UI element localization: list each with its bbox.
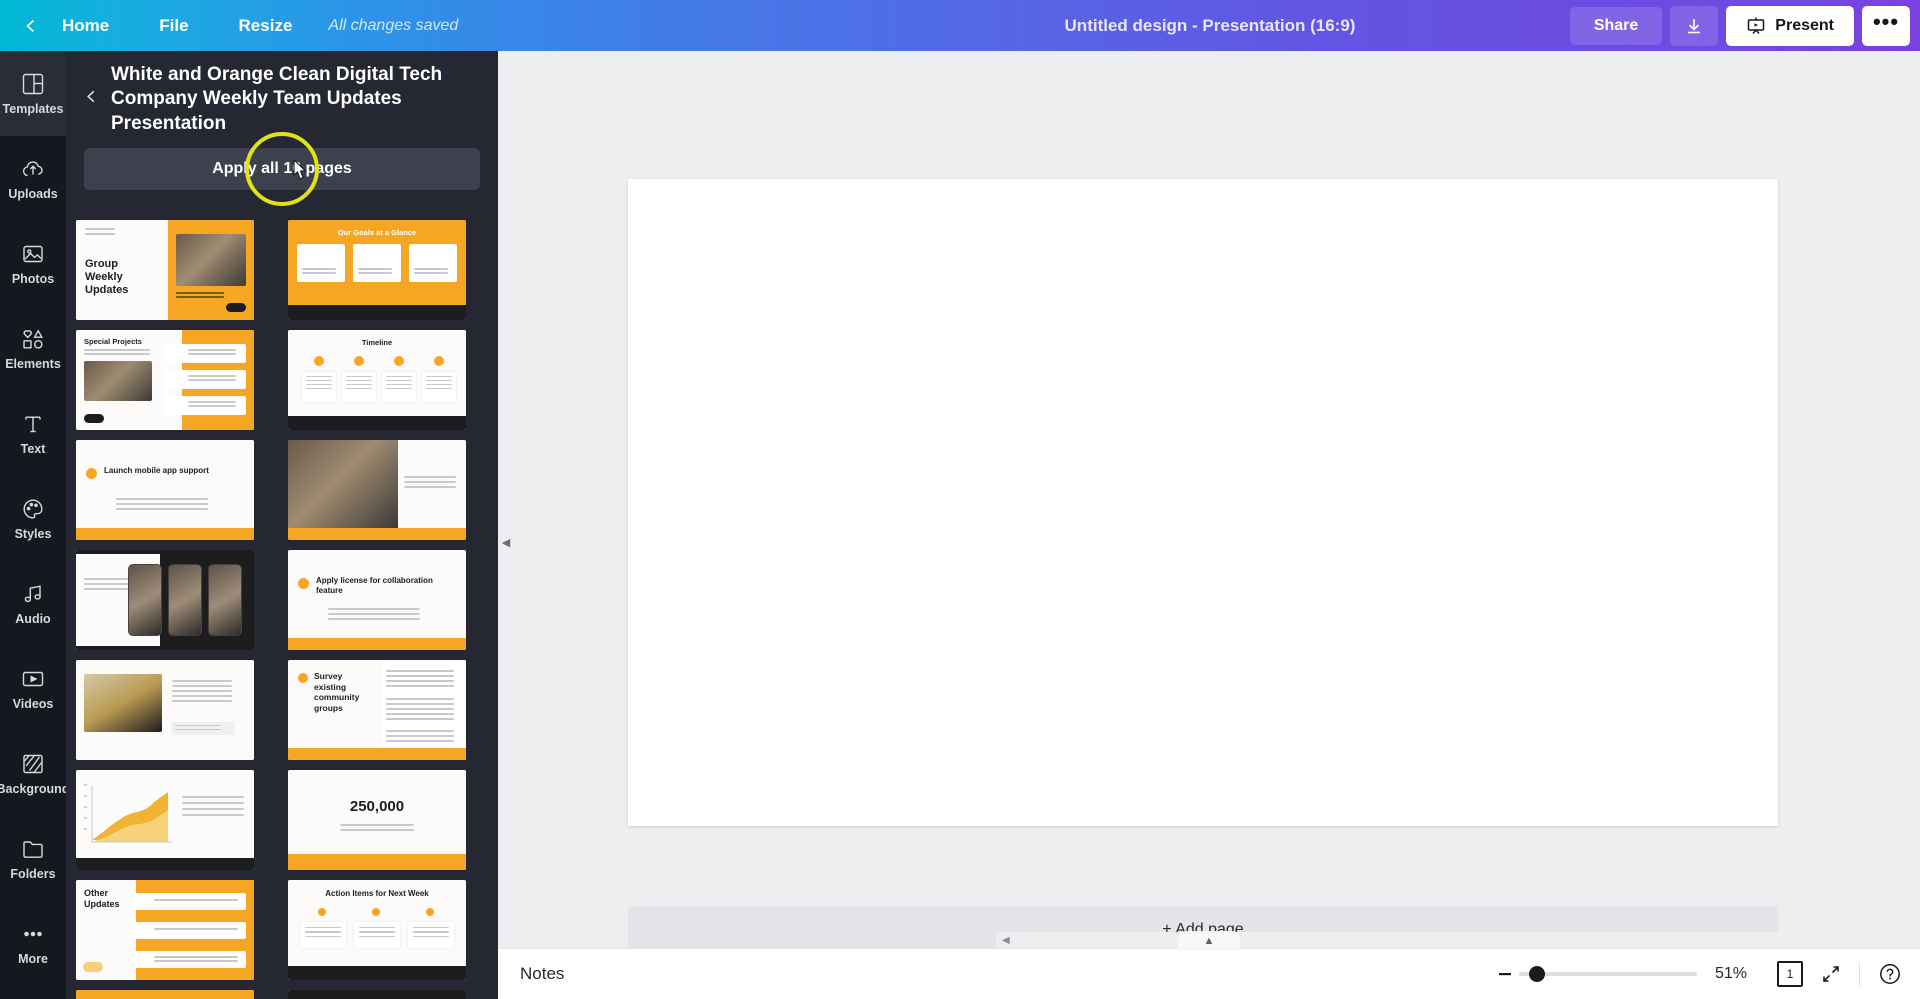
panel-header: White and Orange Clean Digital Tech Comp… [66,51,498,136]
toolbar-divider [1859,962,1860,986]
notes-expand-handle[interactable]: ▲ [1178,931,1240,951]
zoom-slider-track[interactable] [1519,966,1697,982]
template-thumbnail-6[interactable] [288,439,466,540]
apply-all-pages-label: Apply all 16 pages [212,159,352,177]
template-thumbnail-2[interactable]: Our Goals at a Glance [288,219,466,320]
template-thumbnail-10[interactable]: Survey existing community groups [288,659,466,760]
notes-button[interactable]: Notes [520,964,564,984]
music-note-icon [24,584,41,602]
template-thumbnail-14[interactable]: Action Items for Next Week [288,879,466,980]
present-button[interactable]: Present [1726,5,1854,46]
rail-item-styles[interactable]: Styles [0,476,66,561]
scroll-left-icon[interactable]: ◀ [1002,935,1010,946]
fullscreen-button[interactable] [1821,964,1841,984]
video-play-icon [22,671,44,686]
more-options-button[interactable]: ••• [1862,5,1910,46]
rail-item-label: Audio [15,611,51,626]
rail-item-text[interactable]: Text [0,391,66,476]
zoom-slider-knob[interactable] [1529,966,1545,982]
present-label: Present [1775,16,1834,34]
download-button[interactable] [1670,5,1719,46]
rail-item-background[interactable]: Background [0,731,70,816]
rail-item-label: Videos [12,696,54,711]
hatch-pattern-icon [23,754,43,773]
template-thumbnail-13[interactable]: Other Updates [76,879,254,980]
rail-item-folders[interactable]: Folders [0,816,66,901]
top-toolbar-actions: Share Present ••• [1569,0,1910,51]
home-menu[interactable]: Home [48,9,123,43]
folder-icon [23,840,43,858]
ellipsis-icon: ••• [1872,9,1900,34]
page-count-label: 1 [1786,967,1794,981]
template-thumbnail-1[interactable]: Group Weekly Updates [76,219,254,320]
rail-item-uploads[interactable]: Uploads [0,136,66,221]
apply-all-pages-button[interactable]: Apply all 16 pages [84,131,480,206]
bottom-toolbar: Notes 51% 1 [498,948,1920,999]
template-thumbnail-grid: Group Weekly Updates Our Goals at a Glance… [76,219,488,999]
rail-item-label: Background [0,781,70,796]
expand-arrows-icon [1823,966,1839,982]
rail-item-label: Folders [10,866,56,881]
page-stack-icon: 1 [1777,958,1806,987]
question-mark-icon [1880,964,1900,984]
slide-canvas[interactable] [628,179,1778,826]
templates-icon [22,73,44,94]
canvas-area: + Add page ◀ ▶ ▲ [498,51,1920,999]
template-thumbnail-9[interactable] [76,659,254,760]
cloud-upload-icon [22,160,43,176]
rail-item-audio[interactable]: Audio [0,561,66,646]
template-thumbnail-8[interactable]: Apply license for collaboration feature [288,549,466,650]
template-thumbnail-12[interactable]: 250,000 [288,769,466,870]
rail-item-templates[interactable]: Templates [0,51,66,136]
image-icon [23,245,43,262]
shapes-icon [23,328,43,349]
rail-item-elements[interactable]: Elements [0,306,66,391]
panel-back-button[interactable] [80,85,103,113]
zoom-slider[interactable] [1498,966,1697,982]
rail-item-label: Photos [11,271,55,286]
left-rail: Templates Uploads Photos Elements Text Styles… [0,51,70,999]
template-thumbnail-15[interactable] [76,989,254,999]
rail-item-label: Styles [14,526,52,541]
text-t-icon [25,416,41,432]
canvas-horizontal-scrollbar[interactable]: ◀ ▶ [996,932,1920,948]
rail-item-photos[interactable]: Photos [0,221,66,306]
template-thumbnail-7[interactable] [76,549,254,650]
ellipsis-icon [24,931,42,936]
bottom-toolbar-actions: 51% 1 [1498,958,1902,987]
panel-collapse-toggle[interactable]: ◀ [498,513,514,571]
download-icon [1688,18,1701,33]
resize-menu[interactable]: Resize [225,9,307,43]
templates-panel: White and Orange Clean Digital Tech Comp… [66,51,498,999]
template-thumbnail-11[interactable] [76,769,254,870]
template-thumbnail-4[interactable]: Timeline [288,329,466,430]
rail-item-label: Text [20,441,46,456]
rail-item-label: Elements [5,356,61,371]
rail-item-label: More [18,951,48,966]
share-button[interactable]: Share [1569,6,1663,45]
document-title: Untitled design - Presentation (16:9) [1064,15,1356,35]
rail-item-videos[interactable]: Videos [0,646,66,731]
rail-item-more[interactable]: More [0,901,66,986]
template-thumbnail-3[interactable]: Special Projects [76,329,254,430]
rail-item-label: Uploads [8,186,58,201]
top-toolbar: Home File Resize All changes saved Untit… [0,0,1920,51]
zoom-percent-label: 51% [1715,965,1748,982]
template-thumbnail-16[interactable] [288,989,466,999]
template-title: White and Orange Clean Digital Tech Comp… [111,64,443,134]
file-menu[interactable]: File [145,9,202,43]
palette-icon [23,498,43,519]
template-thumbnail-5[interactable]: Launch mobile app support [76,439,254,540]
present-screen-icon [1748,17,1765,34]
page-count-button[interactable]: 1 [1777,958,1806,987]
save-status: All changes saved [328,16,459,34]
rail-item-label: Templates [2,101,64,116]
minus-icon[interactable] [1498,967,1512,981]
back-button[interactable] [14,18,48,34]
help-button[interactable] [1878,962,1902,986]
